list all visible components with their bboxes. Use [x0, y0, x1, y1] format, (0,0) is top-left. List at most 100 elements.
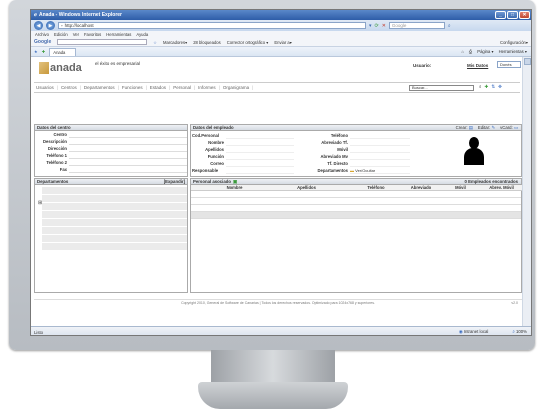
nav-usuarios[interactable]: Usuarios [36, 85, 54, 90]
sort-icon[interactable]: ⇅ [491, 84, 495, 90]
status-bar: Listo ◉ Intranet local ⌕ 100% [31, 326, 531, 335]
table-row[interactable] [191, 212, 521, 219]
nav-funciones[interactable]: Funciones [122, 85, 143, 90]
menu-favoritos[interactable]: Favoritos [84, 32, 101, 37]
nav-departamentos[interactable]: Departamentos [84, 85, 115, 90]
menu-ver[interactable]: Ver [73, 32, 79, 37]
search-icon[interactable]: ⌕ [448, 23, 451, 29]
expandir-link[interactable]: [Expandir] [164, 179, 187, 184]
nav-informes[interactable]: Informes [198, 85, 216, 90]
vertical-scrollbar[interactable] [522, 57, 531, 327]
search-input[interactable]: Google [388, 22, 445, 29]
telefono1-value [69, 152, 187, 159]
google-bloqueados[interactable]: 28 bloqueados [193, 40, 220, 45]
google-configuracion[interactable]: Configuración▾ [500, 40, 528, 45]
nav-centros[interactable]: Centros [61, 85, 77, 90]
language-select[interactable]: Donés [497, 61, 521, 68]
col-movil[interactable]: Móvil [441, 185, 480, 191]
tree-row[interactable] [42, 211, 187, 218]
departamentos-tree [42, 187, 187, 251]
scroll-up-icon[interactable] [524, 58, 531, 65]
google-corrector[interactable]: Corrector ortográfico ▾ [227, 40, 269, 45]
google-marcadores[interactable]: Marcadores▾ [163, 40, 187, 45]
ver-ocultar-link[interactable]: ▬ Ver/Ocultar [350, 167, 410, 174]
vcard-action[interactable]: vCard: ▭ [500, 125, 518, 131]
mis-datos-link[interactable]: Mis Datos [467, 63, 488, 68]
ie-logo-icon: ℯ [34, 12, 37, 18]
maximize-button[interactable]: □ [507, 11, 518, 19]
editar-action[interactable]: Editar: ✎ [478, 125, 495, 131]
apellidos-value [226, 146, 294, 153]
search-field[interactable]: Buscar... [409, 85, 474, 91]
menu-edicion[interactable]: Edición [54, 32, 68, 37]
print-icon[interactable]: ⎙ [469, 49, 472, 54]
fax-value [69, 166, 187, 173]
minimize-button[interactable]: _ [495, 11, 506, 19]
window-title: Anada - Windows Internet Explorer [38, 12, 122, 18]
back-icon[interactable]: ◀ [34, 21, 43, 30]
address-toolbar: ◀ ▶ ▫ http://localhost ▾ ⟳ ✕ Google ⌕ [31, 20, 531, 31]
movil-value [350, 146, 410, 153]
forward-icon[interactable]: ▶ [46, 21, 55, 30]
col-apellidos[interactable]: Apellidos [262, 185, 351, 191]
tool-pagina[interactable]: Página ▾ [477, 49, 493, 54]
crear-icon[interactable]: ▤ [469, 125, 473, 130]
cod-personal-value [226, 132, 294, 139]
refresh-icon[interactable]: ⟳ [375, 23, 379, 29]
tf-directo-label: Tf. Directo [327, 161, 348, 166]
stop-icon[interactable]: ✕ [382, 23, 386, 29]
col-nombre[interactable]: Nombre [207, 185, 262, 191]
tree-row[interactable] [42, 187, 187, 194]
favorites-star-icon[interactable]: ★ [34, 49, 38, 54]
centro-label: Centro [53, 132, 68, 137]
menu-herramientas[interactable]: Herramientas [106, 32, 131, 37]
table-row[interactable] [191, 191, 521, 198]
google-enviar[interactable]: Enviar a▾ [274, 40, 291, 45]
tree-row[interactable] [42, 243, 187, 250]
telefono1-label: Teléfono 1 [46, 153, 67, 158]
col-abrev-movil[interactable]: Abrev. Móvil [480, 185, 523, 191]
search-icon[interactable]: ⌕ [479, 84, 482, 90]
add-icon[interactable]: ✚ [485, 84, 489, 90]
version-text: v2.0 [511, 301, 518, 305]
address-field[interactable]: ▫ http://localhost [58, 22, 366, 29]
menu-ayuda[interactable]: Ayuda [136, 32, 148, 37]
google-search-input[interactable] [57, 39, 148, 45]
table-row[interactable] [191, 198, 521, 205]
tab-bar: ★ ✚ Anada ⌂ ⎙ Página ▾ Herramientas ▾ [31, 47, 531, 57]
tool-herramientas[interactable]: Herramientas ▾ [499, 49, 527, 54]
tab-anada[interactable]: Anada [49, 47, 77, 56]
tree-row[interactable] [42, 235, 187, 242]
home-icon[interactable]: ⌂ [461, 49, 464, 54]
nav-organigrama[interactable]: Organigrama [223, 85, 249, 90]
tree-row[interactable] [42, 219, 187, 226]
responsable-label: Responsable [192, 168, 219, 173]
nav-estados[interactable]: Estados [150, 85, 166, 90]
crear-action[interactable]: Crear: ▤ [456, 125, 473, 131]
zoom-level[interactable]: ⌕ 100% [512, 329, 527, 335]
dropdown-icon[interactable]: ▾ [369, 23, 372, 29]
tree-row[interactable] [42, 203, 187, 210]
centro-value [69, 131, 187, 138]
folder-icon: ▬ [350, 168, 354, 173]
close-button[interactable]: ✕ [519, 11, 530, 19]
personal-panel-title: Personal asociado [193, 179, 231, 184]
col-abreviado[interactable]: Abreviado [401, 185, 441, 191]
excel-icon[interactable]: ▣ [233, 179, 237, 185]
add-favorite-icon[interactable]: ✚ [42, 49, 46, 54]
table-row[interactable] [191, 205, 521, 212]
status-text: Listo [34, 329, 44, 335]
col-telefono[interactable]: Teléfono [351, 185, 401, 191]
main-nav: Usuarios | Centros | Departamentos | Funcio… [34, 82, 520, 93]
vcard-icon[interactable]: ▭ [514, 125, 518, 130]
descripcion-label: Descripción [43, 139, 67, 144]
menu-archivo[interactable]: Archivo [35, 32, 49, 37]
star-icon[interactable]: ☆ [153, 40, 157, 45]
edit-icon[interactable]: ✎ [491, 125, 495, 130]
nav-personal[interactable]: Personal [173, 85, 191, 90]
col-blank [191, 185, 207, 191]
move-icon[interactable]: ✥ [498, 84, 502, 90]
tree-row[interactable] [42, 227, 187, 234]
tree-row[interactable] [42, 195, 187, 202]
funcion-label: Función [207, 154, 224, 159]
